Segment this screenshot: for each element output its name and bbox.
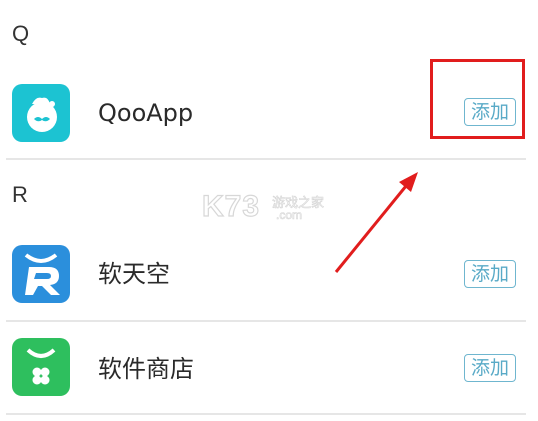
watermark-logo: K73 游戏之家 .com xyxy=(201,189,342,230)
app-row-software-store[interactable]: 软件商店 添加 xyxy=(0,326,538,406)
divider xyxy=(6,158,526,160)
software-store-icon xyxy=(12,338,70,396)
highlight-box xyxy=(430,59,525,139)
section-header-r: R xyxy=(12,182,28,207)
app-name: QooApp xyxy=(98,99,194,127)
ruantiankong-icon xyxy=(12,245,70,303)
add-button-ruantiankong[interactable]: 添加 xyxy=(464,260,516,288)
watermark-domain: .com xyxy=(276,208,303,223)
divider xyxy=(6,413,526,415)
app-name: 软天空 xyxy=(98,260,170,288)
qooapp-icon xyxy=(12,84,70,142)
app-row-ruantiankong[interactable]: 软天空 添加 xyxy=(0,234,538,314)
app-name: 软件商店 xyxy=(98,355,194,383)
add-button-software-store[interactable]: 添加 xyxy=(464,354,516,382)
watermark-main: K73 xyxy=(201,189,261,223)
divider xyxy=(6,320,526,322)
section-header-q: Q xyxy=(12,21,30,46)
